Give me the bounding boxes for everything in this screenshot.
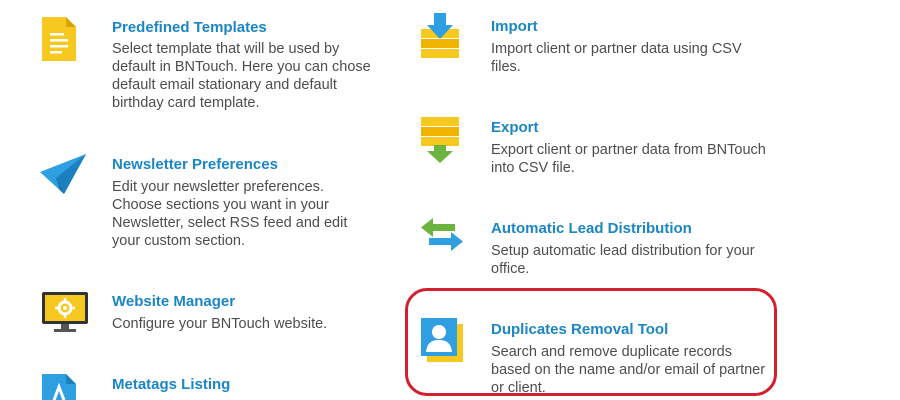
- document-icon: [42, 17, 76, 61]
- swap-arrows-icon: [421, 218, 463, 251]
- newsletter-preferences-link[interactable]: Newsletter Preferences: [112, 156, 278, 174]
- contact-card-icon: [421, 318, 463, 362]
- duplicates-removal-description: Search and remove duplicate records base…: [491, 344, 766, 396]
- newsletter-preferences-description: Edit your newsletter preferences. Choose…: [112, 179, 348, 249]
- export-icon: [421, 117, 459, 163]
- metatags-listing-link[interactable]: Metatags Listing: [112, 376, 230, 394]
- lead-distribution-description: Setup automatic lead distribution for yo…: [491, 243, 755, 277]
- export-link[interactable]: Export: [491, 119, 539, 137]
- lead-distribution-link[interactable]: Automatic Lead Distribution: [491, 220, 692, 238]
- predefined-templates-link[interactable]: Predefined Templates: [112, 19, 267, 37]
- duplicates-removal-link[interactable]: Duplicates Removal Tool: [491, 321, 668, 339]
- monitor-gear-icon: [42, 292, 88, 332]
- import-link[interactable]: Import: [491, 18, 538, 36]
- predefined-templates-description: Select template that will be used by def…: [112, 41, 371, 111]
- import-icon: [421, 13, 459, 58]
- paper-plane-icon: [40, 154, 86, 194]
- website-manager-description: Configure your BNTouch website.: [112, 316, 328, 332]
- import-description: Import client or partner data using CSV …: [491, 41, 742, 75]
- website-manager-link[interactable]: Website Manager: [112, 293, 235, 311]
- export-description: Export client or partner data from BNTou…: [491, 142, 766, 176]
- file-tag-icon: [42, 374, 76, 400]
